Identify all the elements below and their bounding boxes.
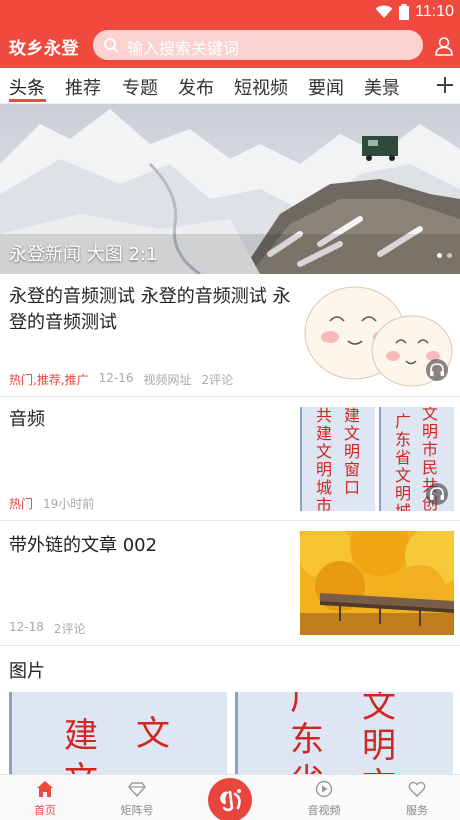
gallery-char: 东 xyxy=(290,720,324,760)
news-thumbnail xyxy=(300,531,454,635)
news-comments: 2评论 xyxy=(53,622,86,636)
nav-matrix-label: 矩阵号 xyxy=(120,804,154,817)
status-bar: 11:10 xyxy=(0,0,460,24)
category-tabs: 头条 推荐 专题 发布 短视频 要闻 美景 xyxy=(0,68,460,104)
battery-icon xyxy=(399,4,410,20)
search-bar[interactable]: 输入搜索关键词 xyxy=(93,30,423,60)
search-placeholder: 输入搜索关键词 xyxy=(127,39,240,58)
app-title: 玫乡永登 xyxy=(9,39,79,59)
news-item-external-link[interactable]: 带外链的文章 002 12-18 2评论 xyxy=(0,521,460,646)
banner-text-col1: 共建文明城市 xyxy=(316,407,333,511)
diamond-icon xyxy=(128,782,146,798)
gallery-images[interactable]: 建 文 文 广 文 东 明 省 市 xyxy=(9,692,453,782)
gallery-char: 广 xyxy=(290,692,324,718)
banner-text-col3: 广东省文明城市 xyxy=(395,412,412,512)
headphones-icon xyxy=(430,487,444,500)
tab-headline[interactable]: 头条 xyxy=(9,74,45,100)
news-meta: 12-18 2评论 xyxy=(9,620,86,637)
play-circle-icon xyxy=(315,780,333,798)
news-date: 12-16 xyxy=(98,371,134,385)
center-logo-button[interactable] xyxy=(208,778,252,820)
add-channel-icon[interactable] xyxy=(434,74,456,96)
news-meta: 热门,推荐,推广 12-16 视频网址 2评论 xyxy=(9,371,233,388)
news-thumbnail xyxy=(300,283,454,387)
wifi-icon xyxy=(375,5,393,18)
audio-badge xyxy=(426,359,448,381)
headline-banner[interactable]: 永登新闻 大图 2:1 xyxy=(0,104,460,274)
carousel-dot xyxy=(447,253,452,258)
nav-service-label: 服务 xyxy=(406,804,428,817)
clock: 11:10 xyxy=(415,3,454,20)
nav-service[interactable]: 服务 xyxy=(377,775,457,820)
news-title: 音频 xyxy=(9,409,45,430)
headphones-icon xyxy=(430,363,444,376)
carousel-indicator xyxy=(437,253,452,258)
news-tags: 热门 xyxy=(9,497,34,511)
search-icon xyxy=(104,38,119,53)
logo-icon xyxy=(209,779,251,820)
news-comments: 2评论 xyxy=(201,373,234,387)
banner-text-col2: 建文明窗口 xyxy=(344,407,361,497)
gallery-image-right[interactable]: 广 文 东 明 省 市 xyxy=(235,692,453,782)
news-source: 视频网址 xyxy=(143,373,192,387)
gallery-char: 文 xyxy=(136,714,170,754)
nav-home-label: 首页 xyxy=(34,804,56,817)
gallery-char: 建 xyxy=(64,716,98,756)
tab-news[interactable]: 要闻 xyxy=(308,74,344,100)
tab-publish[interactable]: 发布 xyxy=(178,74,214,100)
tab-scenery[interactable]: 美景 xyxy=(364,74,400,100)
home-icon xyxy=(37,781,53,797)
nav-media-label: 音视频 xyxy=(307,804,341,817)
top-header: 玫乡永登 输入搜索关键词 xyxy=(0,24,460,68)
gallery-char: 文 xyxy=(362,692,396,726)
news-tags: 热门,推荐,推广 xyxy=(9,373,89,387)
nav-matrix[interactable]: 矩阵号 xyxy=(97,775,177,820)
tab-topics[interactable]: 专题 xyxy=(122,74,158,100)
news-item-audio-test[interactable]: 永登的音频测试 永登的音频测试 永登的音频测试 热门,推荐,推广 12-16 视… xyxy=(0,274,460,397)
gallery-char: 明 xyxy=(362,726,396,766)
banner-caption: 永登新闻 大图 2:1 xyxy=(9,244,158,265)
gallery-image-left[interactable]: 建 文 文 xyxy=(9,692,227,782)
tab-recommend[interactable]: 推荐 xyxy=(65,74,101,100)
carousel-dot-active xyxy=(437,253,442,258)
news-time: 19小时前 xyxy=(43,497,95,511)
news-thumbnail: 共建文明城市 建文明窗口 广东省文明城市 文明市民 共创 xyxy=(300,407,454,511)
news-date: 12-18 xyxy=(9,620,44,634)
tab-short-video[interactable]: 短视频 xyxy=(234,74,288,100)
nav-media[interactable]: 音视频 xyxy=(284,775,364,820)
news-title: 永登的音频测试 永登的音频测试 永登的音频测试 xyxy=(9,286,291,333)
heart-icon xyxy=(408,781,426,797)
news-title: 带外链的文章 002 xyxy=(9,535,158,556)
gallery-section-title: 图片 xyxy=(9,661,45,682)
active-tab-indicator xyxy=(9,99,46,102)
nav-home[interactable]: 首页 xyxy=(5,775,85,820)
news-meta: 热门 19小时前 xyxy=(9,495,94,512)
news-item-audio[interactable]: 音频 热门 19小时前 共建文明城市 建文明窗口 广东省文明城市 文明市民 共创 xyxy=(0,397,460,521)
user-icon[interactable] xyxy=(434,36,454,56)
autumn-bridge-image xyxy=(300,531,454,635)
audio-badge xyxy=(426,483,448,505)
